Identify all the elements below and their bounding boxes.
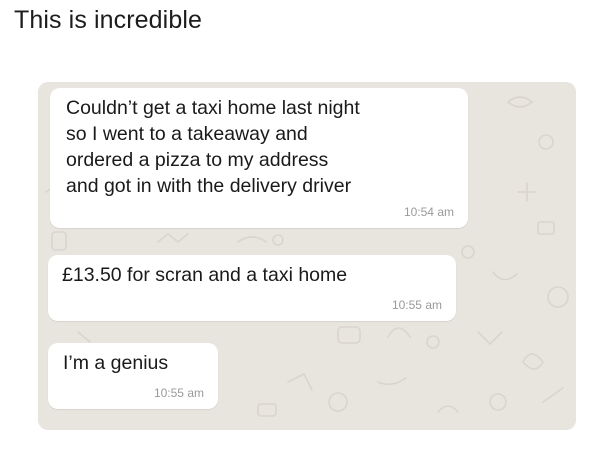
message-timestamp: 10:54 am	[403, 205, 454, 219]
message-timestamp: 10:55 am	[391, 298, 442, 312]
message-text: I’m a genius	[63, 352, 169, 374]
post-caption: This is incredible	[14, 6, 202, 34]
message-text: Couldn’t get a taxi home last night so I…	[66, 97, 360, 197]
message-timestamp: 10:55 am	[153, 386, 204, 400]
message-bubble[interactable]: £13.50 for scran and a taxi home 10:55 a…	[48, 255, 456, 321]
message-bubble[interactable]: Couldn’t get a taxi home last night so I…	[50, 88, 468, 228]
chat-screenshot: Couldn’t get a taxi home last night so I…	[38, 82, 576, 430]
message-text: £13.50 for scran and a taxi home	[62, 264, 348, 286]
message-bubble[interactable]: I’m a genius 10:55 am	[48, 343, 218, 409]
